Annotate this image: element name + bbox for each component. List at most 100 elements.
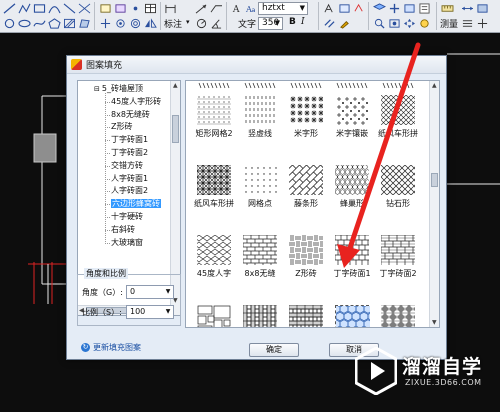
- ray-icon[interactable]: [62, 2, 76, 14]
- polyline-icon[interactable]: [17, 2, 31, 14]
- rotate-icon[interactable]: [113, 17, 127, 29]
- pattern-preview: [381, 235, 415, 265]
- tree-scroll-thumb[interactable]: [172, 115, 179, 143]
- pattern-preview: [381, 305, 415, 327]
- measure-icon[interactable]: [440, 2, 454, 14]
- text-style-icon[interactable]: Aa: [244, 2, 258, 14]
- pattern-preview: [381, 165, 415, 195]
- line-icon[interactable]: [2, 2, 16, 14]
- dimension-icon[interactable]: [163, 2, 177, 14]
- bold-button[interactable]: B: [289, 17, 296, 27]
- tree-item[interactable]: Z形砖: [111, 121, 132, 133]
- ortho-icon[interactable]: [402, 2, 416, 14]
- pattern-preview: [243, 95, 277, 125]
- arc-icon[interactable]: [47, 2, 61, 14]
- text-label[interactable]: 文字: [238, 17, 256, 30]
- italic-button[interactable]: I: [301, 17, 305, 27]
- paint-brush-icon[interactable]: [337, 17, 351, 29]
- pattern-preview: [335, 235, 369, 265]
- scale-select[interactable]: 100 ▼: [126, 305, 174, 319]
- tree-item[interactable]: 十字硬砖: [111, 211, 143, 223]
- rectangle-icon[interactable]: [32, 2, 46, 14]
- scroll-up-icon[interactable]: ▲: [173, 82, 178, 89]
- annotate-dropdown-icon[interactable]: ▾: [186, 18, 190, 26]
- hatch-icon[interactable]: [62, 17, 76, 29]
- update-patterns-label: 更新填充图案: [93, 343, 141, 352]
- distance-icon[interactable]: [460, 2, 474, 14]
- pattern-swatch-label: 藤条形: [294, 199, 318, 208]
- gallery-scroll-thumb[interactable]: [431, 173, 438, 187]
- polygon-icon[interactable]: [47, 17, 61, 29]
- tree-item[interactable]: 8x8无缝砖: [111, 109, 150, 121]
- pattern-gallery[interactable]: 矩形网格2 竖虚线 米字形 米字镶嵌 纸风车形拼 纸风车形拼 网格点 藤条形 蜂巢形 钻石形 45度…: [185, 80, 440, 328]
- tree-item[interactable]: 丁字砖面1: [111, 134, 148, 146]
- pattern-swatch-label: 米字镶嵌: [336, 129, 368, 138]
- pattern-swatch-label: 纸风车形拼: [378, 129, 418, 138]
- area-icon[interactable]: [475, 2, 489, 14]
- annotate-label[interactable]: 标注: [164, 17, 182, 30]
- dialog-titlebar[interactable]: 图案填充: [67, 56, 446, 74]
- angle-dropdown-icon: ▼: [165, 288, 171, 295]
- gallery-vertical-scrollbar[interactable]: ▲ ▼: [429, 81, 439, 327]
- pattern-swatch-label: 丁字砖面2: [379, 269, 417, 278]
- offset-icon[interactable]: [128, 17, 142, 29]
- edit-text-icon[interactable]: [322, 2, 336, 14]
- move-icon[interactable]: [98, 17, 112, 29]
- tree-item[interactable]: 人字砖面1: [111, 173, 148, 185]
- find-text-icon[interactable]: [337, 2, 351, 14]
- tree-item[interactable]: 六边形蜂窝砖: [111, 198, 161, 210]
- pattern-preview: [381, 81, 415, 89]
- ok-button[interactable]: 确定: [249, 343, 299, 357]
- list-icon[interactable]: [460, 17, 474, 29]
- pattern-preview: [243, 81, 277, 89]
- pattern-preview: [197, 165, 231, 195]
- arrow-leader-icon[interactable]: [194, 2, 208, 14]
- table-icon[interactable]: [143, 2, 157, 14]
- insert-block-icon[interactable]: [98, 2, 112, 14]
- angle-select[interactable]: 0 ▼: [126, 285, 174, 299]
- text-icon[interactable]: A: [229, 2, 243, 14]
- app-logo-icon: [71, 59, 82, 70]
- gallery-scroll-up-icon[interactable]: ▲: [432, 82, 437, 89]
- tree-item-label: 丁字砖面2: [111, 148, 149, 157]
- block-icon[interactable]: [113, 2, 127, 14]
- grid-snap-icon[interactable]: [387, 2, 401, 14]
- gallery-scroll-down-icon[interactable]: ▼: [432, 319, 437, 326]
- tree-item[interactable]: 45度人字形砖: [111, 96, 161, 108]
- match-properties-icon[interactable]: [417, 17, 431, 29]
- spell-check-icon[interactable]: [352, 2, 366, 14]
- leader-icon[interactable]: [209, 2, 223, 14]
- pattern-swatch-label: 45度人字: [196, 269, 232, 278]
- tree-item[interactable]: 大玻璃窗: [111, 237, 143, 249]
- tree-item[interactable]: 人字砖面2: [111, 185, 148, 197]
- angle-dim-icon[interactable]: [209, 17, 223, 29]
- mirror-icon[interactable]: [143, 17, 157, 29]
- update-patterns-link[interactable]: ↻ 更新填充图案: [81, 342, 141, 353]
- xline-icon[interactable]: [77, 2, 91, 14]
- layer-icon[interactable]: [372, 2, 386, 14]
- properties-icon[interactable]: [417, 2, 431, 14]
- point-icon[interactable]: [128, 2, 142, 14]
- top-toolbar: 标注 ▾ A Aa 文字 hztxt ▼ 350 ▼ B I 测量: [0, 0, 500, 33]
- text-style-select[interactable]: hztxt ▼: [258, 2, 308, 15]
- id-point-icon[interactable]: [475, 17, 489, 29]
- text-height-select[interactable]: 350 ▼: [258, 17, 283, 30]
- refresh-icon: ↻: [81, 343, 90, 352]
- zoom-extents-icon[interactable]: [387, 17, 401, 29]
- link-icon[interactable]: [322, 17, 336, 29]
- measure-label[interactable]: 测量: [440, 17, 458, 30]
- circle-icon[interactable]: [2, 17, 16, 29]
- zoom-window-icon[interactable]: [372, 17, 386, 29]
- pan-icon[interactable]: [402, 17, 416, 29]
- tree-item[interactable]: 交错方砖: [111, 160, 143, 172]
- region-icon[interactable]: [77, 17, 91, 29]
- scale-value: 100: [130, 307, 146, 316]
- ellipse-icon[interactable]: [17, 17, 31, 29]
- tree-item-label: 大玻璃窗: [111, 237, 143, 247]
- tree-item[interactable]: 右斜砖: [111, 224, 135, 236]
- spline-icon[interactable]: [32, 17, 46, 29]
- tree-expand-icon[interactable]: ⊟: [94, 85, 100, 93]
- radius-icon[interactable]: [194, 17, 208, 29]
- tree-folder-item[interactable]: ⊟ 5_砖墙屋顶: [94, 83, 143, 95]
- tree-item[interactable]: 丁字砖面2: [111, 147, 148, 159]
